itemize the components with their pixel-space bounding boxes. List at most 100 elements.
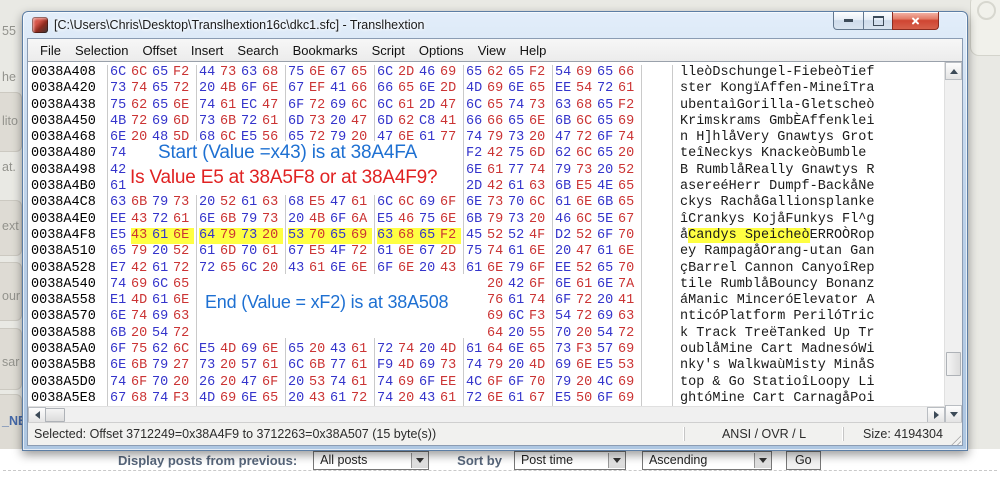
ascii-cell[interactable]: asereéHerr Dumpf-BackåNe	[672, 179, 874, 195]
horizontal-scrollbar[interactable]	[28, 406, 945, 423]
hex-byte[interactable]: 20	[220, 375, 241, 391]
hex-byte[interactable]: 6F	[597, 391, 618, 407]
hex-byte[interactable]: 6E	[466, 163, 487, 179]
hex-byte[interactable]: 6F	[597, 228, 618, 244]
hex-row[interactable]: 0038A558E14D616E6963204D696E636572F3456C…	[31, 293, 945, 309]
hex-byte[interactable]: 20	[618, 146, 639, 162]
hex-byte[interactable]: E5	[309, 195, 330, 211]
hex-byte[interactable]: F3	[576, 342, 597, 358]
hex-byte[interactable]: 6B	[131, 195, 152, 211]
hex-byte[interactable]: 4C	[597, 375, 618, 391]
hex-byte[interactable]: 6F	[597, 130, 618, 146]
hex-byte[interactable]: 68	[576, 98, 597, 114]
vertical-scroll-thumb[interactable]	[946, 352, 961, 376]
hex-byte[interactable]: 6C	[398, 195, 419, 211]
hex-byte[interactable]: F2	[529, 65, 550, 81]
hex-byte[interactable]: 4B	[309, 212, 330, 228]
hex-byte[interactable]: 79	[220, 228, 241, 244]
hex-byte[interactable]: 61	[241, 195, 262, 211]
hex-byte[interactable]: 73	[199, 114, 220, 130]
hex-byte[interactable]: 6D	[529, 146, 550, 162]
hex-byte[interactable]: 52	[576, 261, 597, 277]
scroll-up-button[interactable]	[945, 62, 962, 80]
hex-byte[interactable]: 61	[262, 358, 283, 374]
hex-byte[interactable]: 20	[597, 163, 618, 179]
hex-byte[interactable]: 6E	[173, 98, 194, 114]
hex-row[interactable]: 0038A4F8E543616E6479732053706569636865F2…	[31, 228, 945, 244]
hex-byte[interactable]: 6F	[288, 98, 309, 114]
hex-byte[interactable]: 63	[173, 309, 194, 325]
hex-byte[interactable]: 5E	[597, 212, 618, 228]
hex-byte[interactable]: E5	[199, 342, 220, 358]
go-button[interactable]: Go	[786, 451, 821, 470]
hex-byte[interactable]: 72	[597, 81, 618, 97]
hex-byte[interactable]: 67	[288, 81, 309, 97]
hex-byte[interactable]: 65	[529, 81, 550, 97]
hex-byte[interactable]: 72	[576, 293, 597, 309]
ascii-cell[interactable]: ghtóMine Cart CarnagåPoi	[672, 391, 874, 407]
hex-byte[interactable]: 65	[262, 391, 283, 407]
hex-byte[interactable]: 73	[508, 130, 529, 146]
hex-byte[interactable]: 6F	[487, 375, 508, 391]
hex-byte[interactable]: 67	[529, 391, 550, 407]
hex-byte[interactable]: 65	[508, 114, 529, 130]
menu-item-file[interactable]: File	[33, 41, 68, 60]
hex-byte[interactable]: 65	[597, 114, 618, 130]
hex-byte[interactable]: 6E	[555, 277, 576, 293]
hex-byte[interactable]: 61	[262, 114, 283, 130]
hex-byte[interactable]: 6D	[288, 114, 309, 130]
hex-byte[interactable]: 65	[487, 98, 508, 114]
hex-byte[interactable]: 70	[555, 326, 576, 342]
hex-byte[interactable]: E5	[377, 212, 398, 228]
hex-byte[interactable]: 74	[110, 375, 131, 391]
hex-byte[interactable]: 79	[487, 212, 508, 228]
hex-byte[interactable]: 6F	[529, 261, 550, 277]
hex-byte[interactable]: 69	[487, 309, 508, 325]
hex-byte[interactable]: 72	[309, 98, 330, 114]
hex-byte[interactable]: 73	[309, 114, 330, 130]
hex-byte[interactable]: 6C	[173, 342, 194, 358]
hex-byte[interactable]: 69	[618, 391, 639, 407]
hex-row[interactable]: 0038A54074696C652052756D626CE5426F756E63…	[31, 277, 945, 293]
hex-byte[interactable]: 69	[487, 81, 508, 97]
hex-byte[interactable]: 70	[309, 228, 330, 244]
hex-byte[interactable]: 74	[466, 130, 487, 146]
hex-byte[interactable]: F2	[440, 228, 461, 244]
hex-row[interactable]: 0038A5B86E6B7927732057616C6B7761F94D6973…	[31, 358, 945, 374]
hex-row[interactable]: 0038A5886B20547261636B20547265EB54616E6B…	[31, 326, 945, 342]
ascii-cell[interactable]: åCandys SpeicheòERROÒRop	[672, 228, 874, 244]
hex-byte[interactable]: 70	[241, 244, 262, 260]
hex-byte[interactable]: 72	[377, 342, 398, 358]
hex-byte[interactable]: 20	[597, 293, 618, 309]
hex-byte[interactable]: 73	[529, 98, 550, 114]
hex-byte[interactable]: 6E	[262, 342, 283, 358]
dropdown-button[interactable]	[754, 453, 771, 468]
hex-row[interactable]: 0038A5D0746F70202620476F2053746174696FEE…	[31, 375, 945, 391]
hex-byte[interactable]: 54	[555, 65, 576, 81]
hex-byte[interactable]: 65	[597, 261, 618, 277]
hex-byte[interactable]: 46	[555, 212, 576, 228]
hex-byte[interactable]: 72	[173, 326, 194, 342]
hex-byte[interactable]: 72	[173, 81, 194, 97]
hex-byte[interactable]: 74	[152, 391, 173, 407]
hex-byte[interactable]: 6A	[351, 212, 372, 228]
all-posts-select[interactable]: All posts	[313, 451, 429, 470]
hex-byte[interactable]: 52	[576, 228, 597, 244]
hex-byte[interactable]: 43	[330, 342, 351, 358]
hex-byte[interactable]: 6C	[131, 65, 152, 81]
hex-byte[interactable]: 69	[220, 391, 241, 407]
hex-byte[interactable]: 20	[555, 244, 576, 260]
hex-byte[interactable]: 6E	[576, 195, 597, 211]
hex-byte[interactable]: 6E	[466, 195, 487, 211]
hex-byte[interactable]: 6C	[576, 146, 597, 162]
hex-byte[interactable]: 79	[241, 212, 262, 228]
hex-byte[interactable]: 65	[597, 65, 618, 81]
hex-byte[interactable]: 70	[152, 375, 173, 391]
hex-view[interactable]: 0038A4086C6C65F244736368756E67656C2D4669…	[28, 62, 945, 407]
hex-byte[interactable]: 73	[487, 195, 508, 211]
hex-byte[interactable]: 67	[618, 212, 639, 228]
hex-byte[interactable]: 79	[152, 195, 173, 211]
hex-byte[interactable]: 70	[618, 261, 639, 277]
hex-byte[interactable]: C8	[419, 114, 440, 130]
hex-byte[interactable]: 69	[330, 98, 351, 114]
